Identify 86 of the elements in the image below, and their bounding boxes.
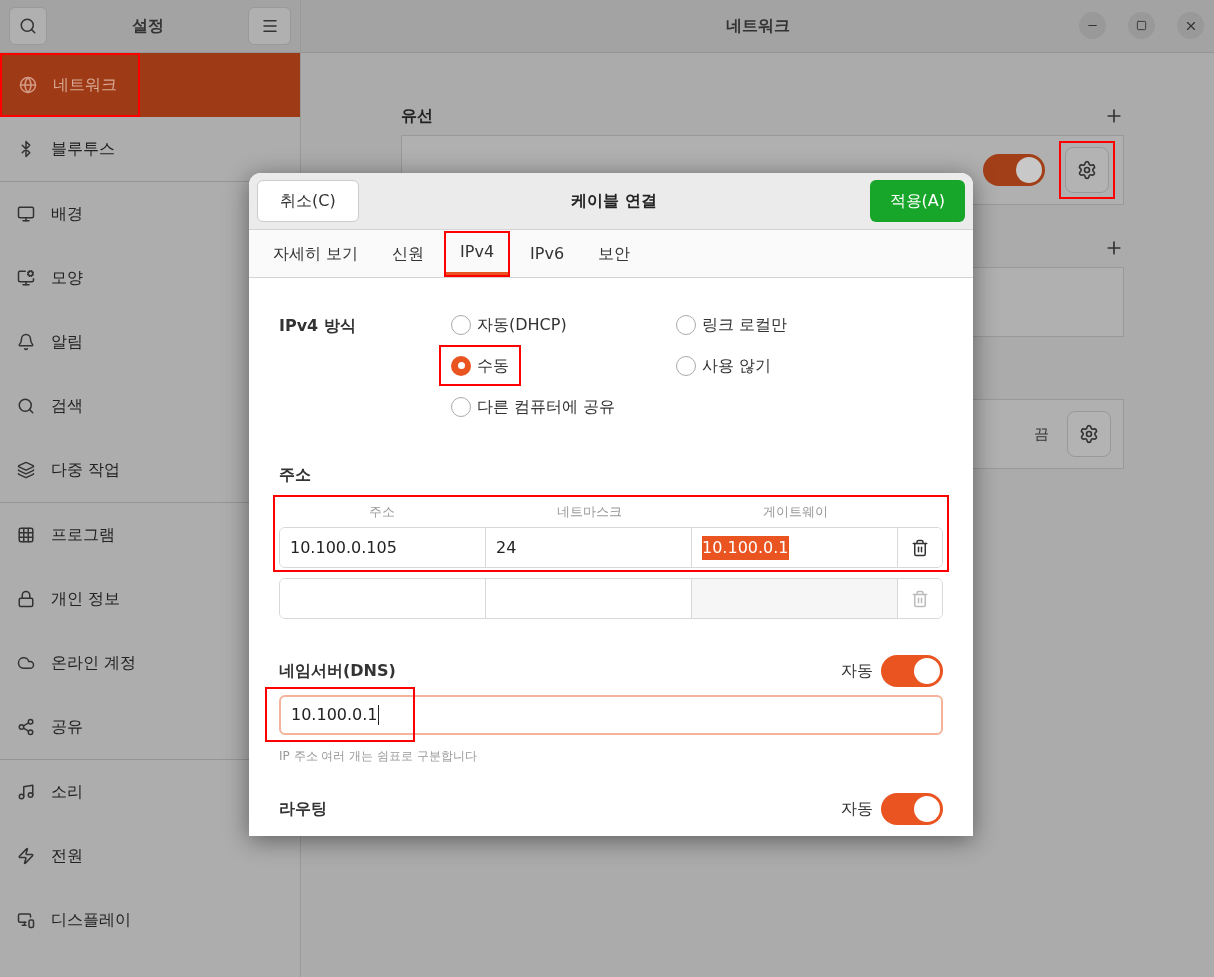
maximize-icon [1136, 20, 1147, 31]
tab[interactable]: 신원 [378, 233, 439, 277]
sidebar-label: 다중 작업 [51, 459, 121, 481]
address-field[interactable] [280, 579, 486, 618]
tab[interactable]: 보안 [584, 233, 645, 277]
music-note-icon [17, 783, 35, 801]
column-header: 네트마스크 [555, 503, 623, 522]
toggle-switch[interactable] [881, 655, 943, 687]
monitor-icon [17, 205, 35, 223]
sidebar-item[interactable]: 배경 [0, 182, 240, 246]
column-header: 주소 [368, 503, 397, 522]
toggle-label: 자동 [841, 798, 873, 820]
dialog-title: 케이블 연결 [571, 190, 657, 212]
sidebar-label: 네트워크 [53, 74, 117, 96]
power-icon [17, 847, 35, 865]
share-icon [17, 718, 35, 736]
sidebar-label: 온라인 계정 [51, 652, 137, 674]
sidebar-item[interactable]: 다중 작업 [0, 438, 240, 502]
sidebar-label: 공유 [51, 716, 83, 738]
radio-option[interactable]: 링크 로컬만 [668, 308, 796, 341]
sidebar-item[interactable]: 소리 [0, 760, 240, 824]
section-title: 라우팅 [279, 798, 327, 820]
address-field[interactable] [692, 579, 898, 618]
sidebar-label: 개인 정보 [51, 588, 121, 610]
grid-icon [17, 526, 35, 544]
radio-option[interactable]: 사용 않기 [668, 349, 780, 382]
cancel-button[interactable]: 취소(C) [257, 180, 359, 222]
status-text: 끔 [1034, 423, 1049, 445]
tab[interactable]: IPv6 [516, 233, 579, 277]
windows-icon [17, 461, 35, 479]
sidebar-item[interactable]: 공유 [0, 695, 240, 759]
sidebar-label: 소리 [51, 781, 83, 803]
lock-icon [17, 590, 35, 608]
settings-icon [1079, 424, 1099, 444]
sidebar-item[interactable]: 온라인 계정 [0, 631, 240, 695]
monitor-icon [17, 269, 35, 287]
section-title: 주소 [279, 464, 312, 486]
column-header: 게이트웨이 [762, 503, 830, 522]
cloud-icon [17, 654, 35, 672]
dns-field[interactable]: 10.100.0.1 [279, 695, 943, 735]
globe-icon [19, 76, 37, 94]
search-icon [17, 397, 35, 415]
sidebar-item[interactable]: 프로그램 [0, 503, 240, 567]
sidebar-label: 프로그램 [51, 524, 115, 546]
radio-option[interactable]: 수동 [443, 349, 517, 382]
settings-button[interactable] [1065, 147, 1109, 193]
sidebar-label: 블루투스 [51, 138, 115, 160]
window-title: 네트워크 [725, 15, 790, 37]
trash-icon [911, 589, 929, 608]
sidebar-label: 모양 [51, 267, 83, 289]
tab[interactable]: IPv4 [446, 231, 509, 275]
sidebar-item[interactable]: 개인 정보 [0, 567, 240, 631]
sidebar-item[interactable]: 알림 [0, 310, 240, 374]
toggle-switch[interactable] [983, 154, 1045, 186]
section-title: 유선 [401, 105, 433, 127]
sidebar-item[interactable]: 검색 [0, 374, 240, 438]
maximize-button[interactable] [1128, 12, 1155, 39]
trash-icon [911, 538, 929, 557]
sidebar-title: 설정 [131, 15, 164, 37]
radio-option[interactable]: 자동(DHCP) [443, 308, 575, 341]
bell-icon [17, 333, 35, 351]
field-label: IPv4 방식 [279, 315, 357, 337]
toggle-switch[interactable] [881, 793, 943, 825]
display-icon [17, 911, 35, 929]
settings-button[interactable] [1067, 411, 1111, 457]
close-button[interactable] [1177, 12, 1204, 39]
settings-icon [1077, 160, 1097, 180]
sidebar-label: 디스플레이 [51, 909, 131, 931]
radio-option[interactable]: 다른 컴퓨터에 공유 [443, 390, 624, 423]
section-title: 네임서버(DNS) [279, 660, 396, 682]
search-icon [19, 17, 37, 35]
sidebar-label: 배경 [51, 203, 83, 225]
menu-icon [260, 17, 279, 35]
toggle-label: 자동 [841, 660, 873, 682]
sidebar-label: 알림 [51, 331, 83, 353]
sidebar-label: 전원 [51, 845, 83, 867]
menu-button[interactable] [248, 7, 291, 45]
sidebar-label: 검색 [51, 395, 83, 417]
sidebar-item[interactable]: 디스플레이 [0, 888, 240, 952]
search-button[interactable] [9, 7, 47, 45]
hint-text: IP 주소 여러 개는 쉼표로 구분합니다 [279, 748, 478, 765]
tab[interactable]: 자세히 보기 [259, 233, 373, 277]
sidebar-item[interactable]: 모양 [0, 246, 240, 310]
sidebar-item[interactable]: 블루투스 [0, 117, 240, 181]
address-field[interactable]: 10.100.0.105 [280, 528, 486, 567]
sidebar-item[interactable]: 전원 [0, 824, 240, 888]
